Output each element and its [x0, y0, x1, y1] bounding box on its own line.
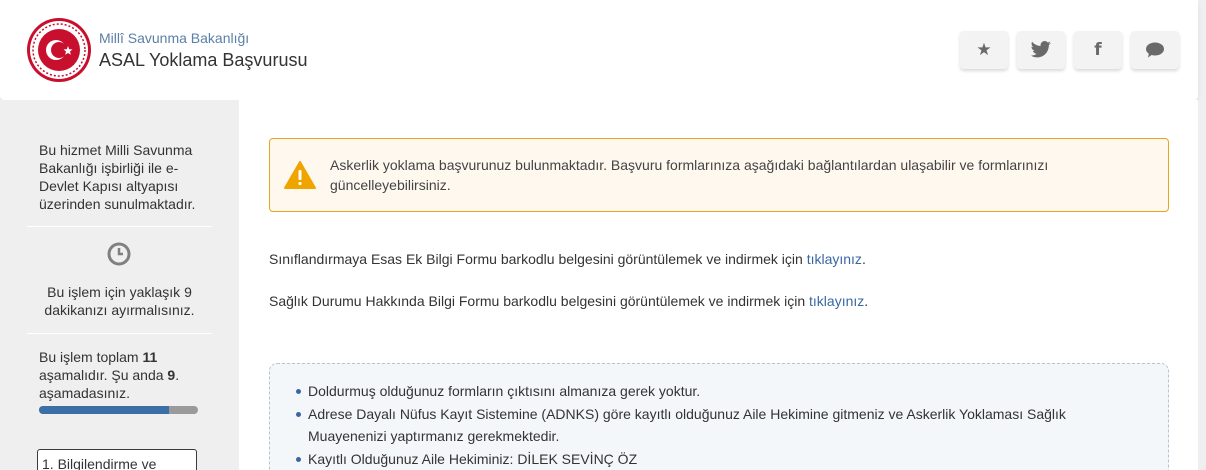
step-item-info-consent[interactable]: 1. Bilgilendirme ve Onay	[37, 449, 197, 470]
organization-name: Millî Savunma Bakanlığı	[99, 30, 250, 46]
star-icon: ★	[976, 40, 992, 59]
service-title: ASAL Yoklama Başvurusu	[99, 50, 308, 70]
notes-box: Doldurmuş olduğunuz formların çıktısını …	[269, 363, 1169, 470]
facebook-icon: f	[1094, 40, 1102, 60]
favorite-button[interactable]: ★	[960, 31, 1008, 69]
warning-alert: Askerlik yoklama başvurunuz bulunmaktadı…	[269, 138, 1169, 212]
steps-total: 11	[142, 349, 158, 365]
note-item: Adrese Dayalı Nüfus Kayıt Sistemine (ADN…	[294, 403, 1146, 447]
estimated-time-text: Bu işlem için yaklaşık 9 dakikanızı ayır…	[44, 284, 195, 318]
steps-prefix: Bu işlem toplam	[39, 349, 143, 365]
note-item: Doldurmuş olduğunuz formların çıktısını …	[294, 380, 1146, 402]
warning-icon	[284, 161, 316, 189]
sidebar-divider	[27, 333, 212, 334]
form-link-line-2: Sağlık Durumu Hakkında Bilgi Formu barko…	[269, 293, 869, 309]
notes-list: Doldurmuş olduğunuz formların çıktısını …	[294, 380, 1146, 470]
page-header: Millî Savunma Bakanlığı ASAL Yoklama Baş…	[0, 0, 1198, 100]
line-1-text: Sınıflandırmaya Esas Ek Bilgi Formu bark…	[269, 251, 807, 267]
steps-mid: aşamalıdır. Şu anda	[39, 367, 168, 383]
sidebar-divider	[27, 226, 212, 227]
progress-fill	[39, 406, 170, 414]
progress-bar	[39, 406, 198, 414]
health-form-link[interactable]: tıklayınız	[809, 293, 864, 309]
ministry-logo	[27, 18, 91, 82]
classification-form-link[interactable]: tıklayınız	[807, 251, 862, 267]
clock-icon	[107, 242, 131, 266]
alert-message: Askerlik yoklama başvurunuz bulunmaktadı…	[330, 157, 1049, 193]
twitter-share-button[interactable]	[1017, 31, 1065, 69]
feedback-button[interactable]	[1131, 31, 1179, 69]
step-progress-text: Bu işlem toplam 11 aşamalıdır. Şu anda 9…	[39, 348, 201, 402]
line-2-text: Sağlık Durumu Hakkında Bilgi Formu barko…	[269, 293, 810, 309]
form-link-line-1: Sınıflandırmaya Esas Ek Bilgi Formu bark…	[269, 251, 866, 267]
sidebar: Bu hizmet Milli Savunma Bakanlığı işbirl…	[0, 100, 239, 470]
twitter-icon	[1030, 41, 1051, 58]
service-info-text: Bu hizmet Milli Savunma Bakanlığı işbirl…	[39, 142, 196, 212]
comment-icon	[1146, 42, 1164, 58]
header-actions: ★ f	[960, 31, 1179, 69]
facebook-share-button[interactable]: f	[1074, 31, 1122, 69]
note-item: Kayıtlı Olduğunuz Aile Hekiminiz: DİLEK …	[294, 448, 1146, 470]
main-content: Askerlik yoklama başvurunuz bulunmaktadı…	[239, 100, 1198, 470]
